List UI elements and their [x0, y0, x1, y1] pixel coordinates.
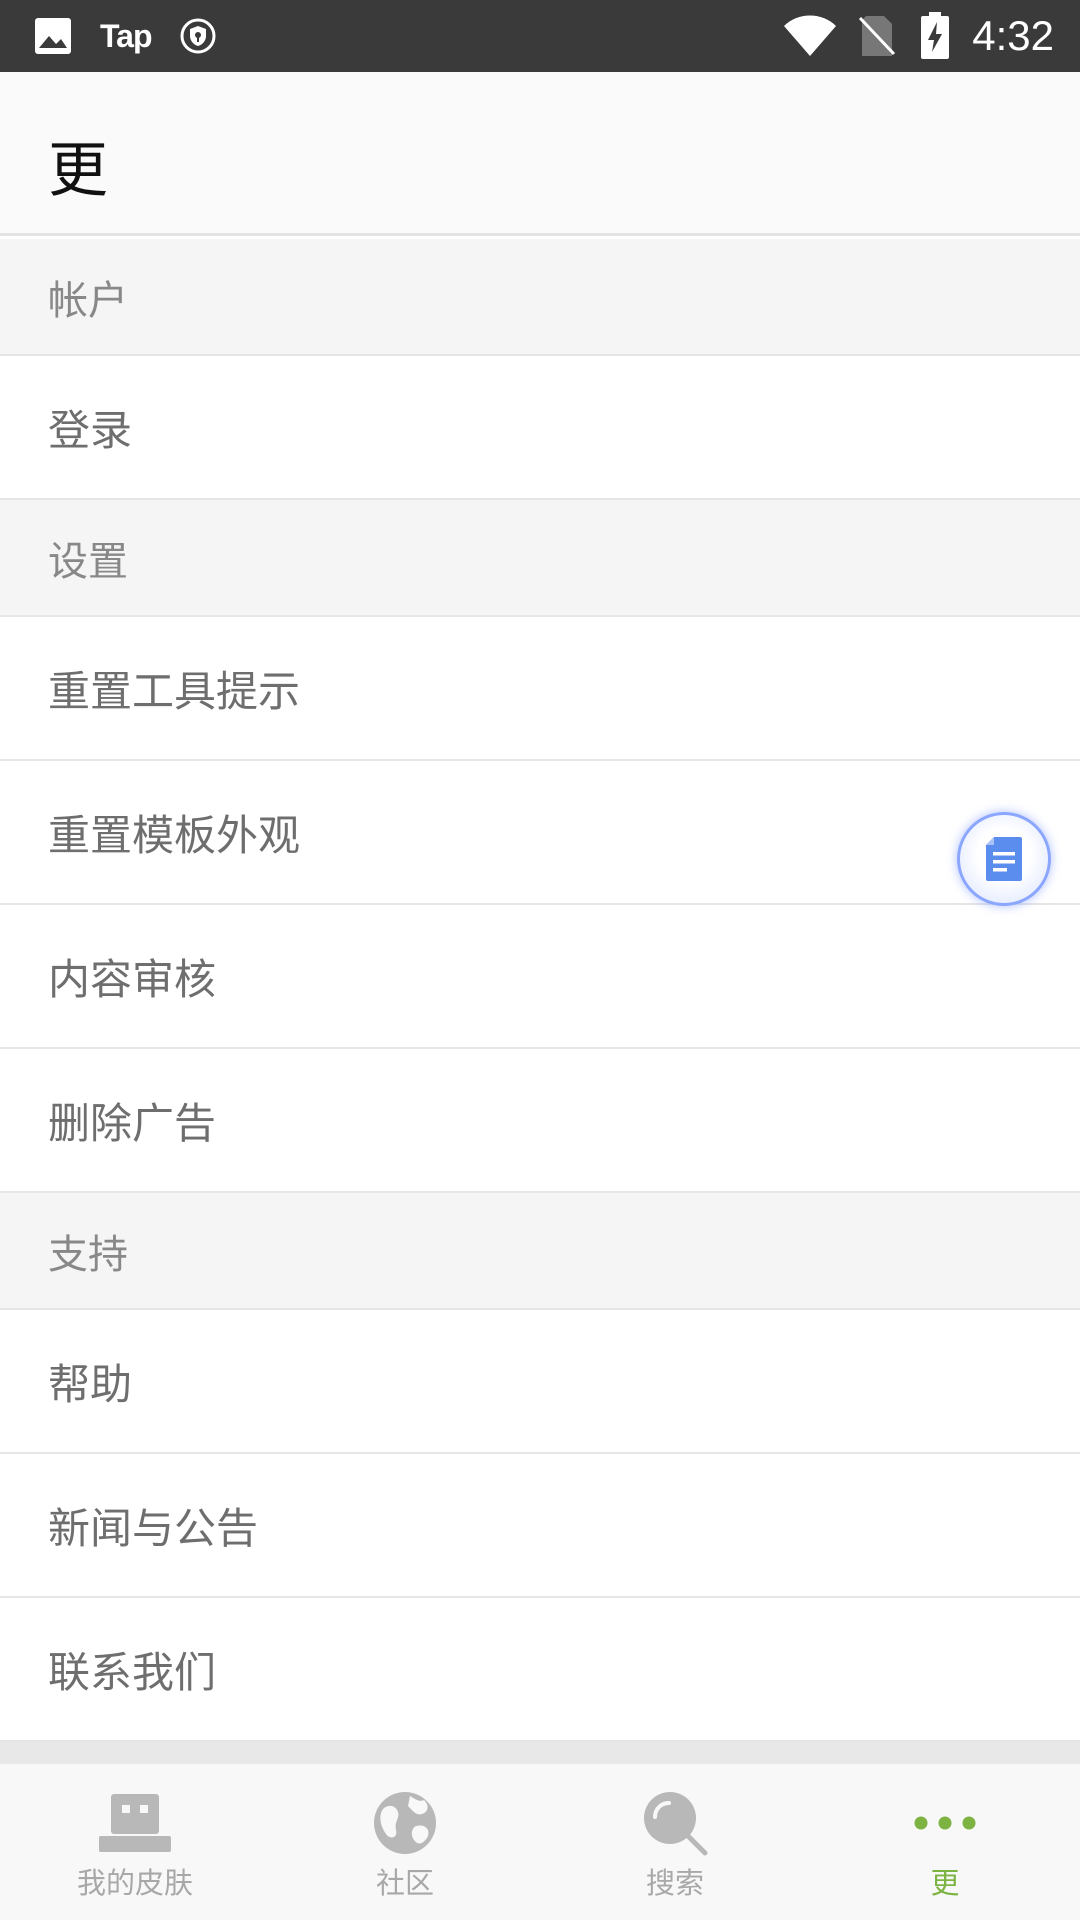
nav-label: 社区 — [375, 1866, 434, 1900]
list-item-label: 帮助 — [48, 1359, 133, 1409]
list-item-remove-ads[interactable]: 删除广告 — [0, 1049, 1080, 1193]
status-bar: Tap 4:32 — [0, 0, 1080, 72]
more-dots-icon — [905, 1788, 985, 1858]
image-icon — [34, 0, 72, 72]
list-item-label: 新闻与公告 — [48, 1503, 259, 1553]
app-header: 更 — [0, 72, 1080, 236]
wifi-icon — [782, 0, 838, 72]
list-item-help[interactable]: 帮助 — [0, 1310, 1080, 1454]
tab-my-skins[interactable]: 我的皮肤 — [0, 1764, 270, 1920]
globe-icon — [365, 1788, 445, 1858]
list-item-login[interactable]: 登录 — [0, 356, 1080, 500]
tab-search[interactable]: 搜索 — [540, 1764, 810, 1920]
document-icon — [986, 837, 1022, 881]
list-item-label: 删除广告 — [48, 1098, 217, 1148]
section-header-account: 帐户 — [0, 239, 1080, 356]
section-title: 帐户 — [48, 277, 128, 324]
list-item-label: 重置工具提示 — [48, 666, 301, 716]
status-time: 4:32 — [972, 12, 1054, 59]
list-item-label: 内容审核 — [48, 954, 217, 1004]
page-title: 更 — [48, 136, 108, 206]
section-header-settings: 设置 — [0, 500, 1080, 617]
skin-icon — [95, 1788, 175, 1858]
floating-notes-button[interactable] — [957, 812, 1051, 906]
list-item-label: 登录 — [48, 405, 133, 455]
list-item-label: 联系我们 — [48, 1647, 217, 1697]
list-item-news[interactable]: 新闻与公告 — [0, 1454, 1080, 1598]
bottom-nav: 我的皮肤 社区 搜索 更 — [0, 1764, 1080, 1920]
list-item-reset-template-appearance[interactable]: 重置模板外观 — [0, 761, 1080, 905]
list-item-contact-us[interactable]: 联系我们 — [0, 1598, 1080, 1742]
section-header-support: 支持 — [0, 1193, 1080, 1310]
status-app-label: Tap — [100, 17, 153, 54]
section-title: 支持 — [48, 1231, 128, 1278]
list-item-reset-tooltips[interactable]: 重置工具提示 — [0, 617, 1080, 761]
list-item-content-moderation[interactable]: 内容审核 — [0, 905, 1080, 1049]
settings-list: 帐户 登录 设置 重置工具提示 重置模板外观 内容审核 删除广告 支持 帮助 新… — [0, 239, 1080, 1742]
search-icon — [635, 1788, 715, 1858]
no-sim-icon — [858, 0, 896, 72]
battery-charging-icon — [920, 0, 950, 72]
tab-community[interactable]: 社区 — [270, 1764, 540, 1920]
tab-more[interactable]: 更 — [810, 1764, 1080, 1920]
nav-label: 我的皮肤 — [76, 1866, 193, 1900]
list-item-label: 重置模板外观 — [48, 810, 301, 860]
nav-label: 搜索 — [645, 1866, 704, 1900]
nav-divider — [0, 1742, 1080, 1764]
nav-label: 更 — [930, 1866, 960, 1900]
vpn-shield-icon — [180, 0, 216, 72]
section-title: 设置 — [48, 538, 128, 585]
